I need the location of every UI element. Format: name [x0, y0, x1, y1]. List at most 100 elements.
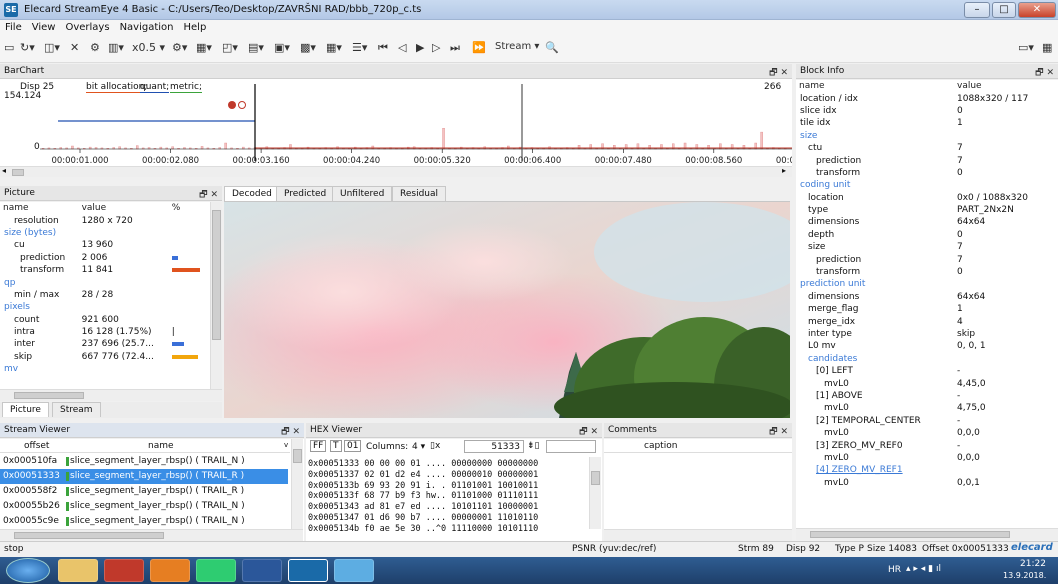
mv-icon[interactable]: ▩▾ — [300, 41, 316, 54]
legend-bit-allocation[interactable]: bit allocation; — [86, 82, 148, 93]
frame-bar[interactable] — [135, 145, 139, 150]
chrome-icon[interactable] — [196, 559, 236, 582]
block-info-hscroll[interactable] — [796, 528, 1058, 540]
frame-bar[interactable] — [760, 131, 763, 150]
hex-row[interactable]: 0x00051333 00 00 00 01 .... 00000000 000… — [308, 459, 586, 470]
stream-row[interactable]: 0x00051333 slice_segment_layer_rbsp() ( T… — [0, 469, 288, 484]
menu-navigation[interactable]: Navigation — [115, 20, 179, 35]
picture-scrollbar[interactable] — [210, 202, 222, 389]
tab-unfiltered[interactable]: Unfiltered — [332, 186, 393, 201]
picture-row[interactable]: transform 11 841 — [0, 264, 208, 276]
col-name[interactable]: name — [0, 202, 79, 215]
col-offset[interactable]: offset — [24, 441, 49, 451]
menu-view[interactable]: View — [27, 20, 61, 35]
media-player-icon[interactable] — [104, 559, 144, 582]
stream-scrollbar[interactable] — [291, 439, 303, 529]
list-icon[interactable]: ☰▾ — [352, 41, 367, 54]
block-info-row[interactable]: mvL0 4,75,0 — [796, 402, 1058, 414]
picture-row[interactable]: pixels — [0, 301, 208, 313]
hex-find-icon[interactable]: ⇟▯ — [527, 441, 540, 451]
picture-row[interactable]: mv — [0, 363, 208, 375]
matrix-icon[interactable]: ▦▾ — [326, 41, 342, 54]
start-button[interactable] — [6, 558, 50, 583]
layout-icon[interactable]: ◫▾ — [44, 41, 60, 54]
tab-predicted[interactable]: Predicted — [276, 186, 335, 201]
frame-bar[interactable] — [118, 146, 121, 150]
hex-row[interactable]: 0x00051337 02 01 d2 e4 .... 00000010 000… — [308, 470, 586, 481]
explorer-icon[interactable] — [58, 559, 98, 582]
block-info-row[interactable]: mvL0 4,45,0 — [796, 377, 1058, 389]
hex-scrollbar[interactable] — [589, 457, 601, 529]
hex-goto-icon[interactable]: ▯x — [430, 441, 440, 451]
fast-forward-icon[interactable]: ⏩ — [472, 41, 486, 54]
picture-panel-buttons[interactable]: 🗗 ✕ — [199, 187, 218, 203]
last-frame-icon[interactable]: ⏭ — [450, 41, 460, 55]
tab-stream[interactable]: Stream — [52, 402, 101, 417]
block-info-row[interactable]: [2] TEMPORAL_CENTER - — [796, 415, 1058, 427]
picture-row[interactable]: cu 13 960 — [0, 239, 208, 251]
hex-offset-input[interactable]: 51333 — [464, 440, 524, 453]
block-info-row[interactable]: location 0x0 / 1088x320 — [796, 192, 1058, 204]
picture-row[interactable]: count 921 600 — [0, 314, 208, 326]
panel-menu-icon[interactable]: ▦ — [1042, 41, 1052, 54]
col-menu-icon[interactable]: v — [284, 441, 288, 449]
col-block-value[interactable]: value — [954, 80, 1058, 93]
hex-search-input[interactable] — [546, 440, 596, 453]
chart-icon[interactable]: ▥▾ — [108, 41, 124, 54]
word-icon[interactable] — [242, 559, 282, 582]
hex-row[interactable]: 0x0005134b f0 ae 5e 30 ..^0 11110000 101… — [308, 524, 586, 535]
block-info-row[interactable]: L0 mv 0, 0, 1 — [796, 340, 1058, 352]
block-info-row[interactable]: [4] ZERO_MV_REF1 — [796, 464, 1058, 476]
block-info-row[interactable]: prediction 7 — [796, 154, 1058, 166]
grid-icon[interactable]: ▦▾ — [196, 41, 212, 54]
stream-hscroll[interactable] — [0, 529, 303, 541]
refresh-icon[interactable]: ↻▾ — [20, 41, 35, 54]
stream-row[interactable]: 0x000510fa slice_segment_layer_rbsp() ( T… — [0, 454, 288, 469]
block-info-row[interactable]: [0] LEFT - — [796, 365, 1058, 377]
menu-help[interactable]: Help — [179, 20, 212, 35]
picture-row[interactable]: intra 16 128 (1.75%) | — [0, 326, 208, 338]
hex-row[interactable]: 0x00051343 ad 81 e7 ed .... 10101101 100… — [308, 502, 586, 513]
maximize-button[interactable]: □ — [992, 2, 1016, 18]
picture-row[interactable]: resolution 1280 x 720 — [0, 214, 208, 226]
col-caption[interactable]: caption — [644, 441, 677, 451]
block-info-row[interactable]: inter type skip — [796, 328, 1058, 340]
stream-scroll-thumb[interactable] — [293, 449, 302, 463]
block-info-row[interactable]: dimensions 64x64 — [796, 216, 1058, 228]
comment-icon[interactable]: ▭▾ — [1018, 41, 1034, 54]
barchart[interactable]: 00:00:01.000 00:00:02.080 00:00:03.160 00:0… — [0, 79, 792, 166]
hex-row[interactable]: 0x0005133f 68 77 b9 f3 hw.. 01101000 011… — [308, 491, 586, 502]
search-icon[interactable]: 🔍 — [545, 41, 559, 54]
comments-hscroll[interactable] — [604, 529, 792, 541]
picture-row[interactable]: min / max 28 / 28 — [0, 289, 208, 301]
prev-frame-icon[interactable]: ◁ — [398, 41, 406, 54]
stream-row[interactable]: 0x000558f2 slice_segment_layer_rbsp() ( T… — [0, 484, 288, 499]
close-file-icon[interactable]: ✕ — [70, 41, 79, 54]
block-info-row[interactable]: mvL0 0,0,1 — [796, 477, 1058, 489]
hex-binary-toggle[interactable]: 01 — [344, 440, 362, 452]
language-indicator[interactable]: HR — [888, 565, 901, 575]
barchart-scrollbar[interactable]: ◂ ▸ — [0, 166, 792, 177]
block-info-row[interactable]: type PART_2Nx2N — [796, 204, 1058, 216]
comments-panel-buttons[interactable]: 🗗 ✕ — [769, 424, 788, 440]
stream-row[interactable]: 0x00055c9e slice_segment_layer_rbsp() ( T… — [0, 514, 288, 529]
paint-icon[interactable] — [334, 559, 374, 582]
hex-ff-toggle[interactable]: FF — [310, 440, 327, 452]
menu-overlays[interactable]: Overlays — [60, 20, 114, 35]
block-info-row[interactable]: candidates — [796, 353, 1058, 365]
picture-hscroll[interactable] — [0, 389, 222, 401]
scroll-right-icon[interactable]: ▸ — [782, 166, 786, 175]
speed-select[interactable]: x0.5 ▾ — [132, 41, 165, 54]
block-info-hscroll-thumb[interactable] — [810, 531, 1010, 538]
barchart-scroll-thumb[interactable] — [12, 169, 24, 176]
frame-bar[interactable] — [224, 142, 227, 150]
picture-scroll-thumb[interactable] — [212, 210, 221, 340]
block-info-row[interactable]: size — [796, 130, 1058, 142]
minimize-button[interactable]: – — [964, 2, 990, 18]
tray-icons[interactable]: ▴ ▸ ◂ ▮ ıl — [906, 564, 941, 574]
scroll-left-icon[interactable]: ◂ — [2, 166, 6, 175]
block-info-row[interactable]: depth 0 — [796, 229, 1058, 241]
block-info-row[interactable]: transform 0 — [796, 167, 1058, 179]
play-icon[interactable]: ▶ — [416, 41, 424, 54]
block-info-row[interactable]: location / idx 1088x320 / 117 — [796, 92, 1058, 104]
